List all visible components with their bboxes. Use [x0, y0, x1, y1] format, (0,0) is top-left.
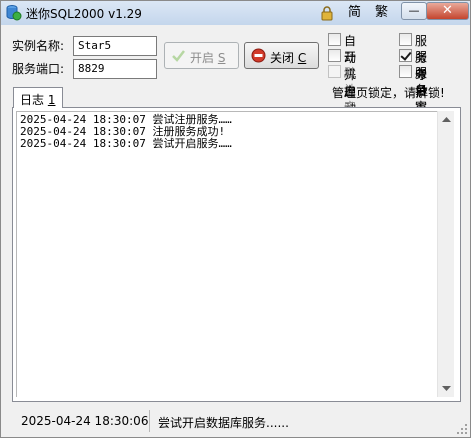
boot-start-checkbox-box[interactable] [328, 49, 341, 62]
service-guard-checkbox-box[interactable] [399, 33, 412, 46]
stop-button[interactable]: 关闭 C [244, 42, 319, 69]
database-cylinder-icon [6, 5, 22, 21]
instance-name-label: 实例名称: [12, 39, 65, 53]
simplified-chinese-button[interactable]: 简 [344, 3, 365, 23]
minimize-button[interactable]: — [401, 2, 427, 20]
stop-sign-icon [251, 48, 266, 63]
scroll-down-button[interactable] [438, 380, 455, 397]
status-divider [149, 410, 150, 432]
title-bar[interactable]: 迷你SQL2000 v1.29 简 繁 — ✕ [1, 1, 470, 25]
chevron-down-icon [442, 386, 451, 391]
status-timestamp: 2025-04-24 18:30:06 [21, 414, 149, 428]
stop-button-label: 关闭 [270, 51, 295, 65]
log-scrollbar[interactable] [437, 111, 454, 397]
service-port-label: 服务端口: [12, 62, 65, 76]
stop-button-hotkey: C [297, 51, 307, 65]
service-port-field[interactable]: 8829 [73, 59, 157, 79]
log-line: 2025-04-24 18:30:07 尝试开启服务…… [20, 137, 232, 150]
service-log-checkbox-box[interactable] [399, 49, 412, 62]
tab-log-label: 日志 [20, 93, 45, 107]
close-icon: ✕ [442, 3, 453, 18]
tab-log[interactable]: 日志 1 [13, 87, 63, 108]
padlock-icon[interactable] [319, 5, 335, 21]
default-instance-checkbox-box[interactable] [328, 65, 341, 78]
auto-start-checkbox-box[interactable] [328, 33, 341, 46]
log-textarea[interactable]: 2025-04-24 18:30:07 尝试注册服务…… 2025-04-24 … [16, 111, 437, 397]
status-bar: 2025-04-24 18:30:06 尝试开启数据库服务...... [1, 406, 470, 437]
checkmark-icon [172, 50, 185, 62]
minimize-icon: — [408, 4, 420, 17]
scroll-up-button[interactable] [438, 111, 455, 128]
service-window-checkbox-box[interactable] [399, 65, 412, 78]
start-button-label: 开启 [190, 51, 215, 65]
close-window-button[interactable]: ✕ [426, 2, 469, 20]
start-button-hotkey: S [217, 51, 226, 65]
chevron-up-icon [442, 117, 451, 122]
status-message: 尝试开启数据库服务...... [158, 416, 289, 430]
resize-grip-icon[interactable] [456, 423, 468, 435]
tab-log-key: 1 [47, 93, 56, 107]
main-window: 迷你SQL2000 v1.29 简 繁 — ✕ 实例名称: Star5 服务端口… [0, 0, 471, 438]
traditional-chinese-button[interactable]: 繁 [371, 3, 392, 23]
window-title: 迷你SQL2000 v1.29 [26, 7, 142, 21]
start-button[interactable]: 开启 S [164, 42, 239, 69]
lock-notice[interactable]: 管理页锁定，请解锁! [332, 84, 445, 101]
instance-name-field[interactable]: Star5 [73, 36, 157, 56]
